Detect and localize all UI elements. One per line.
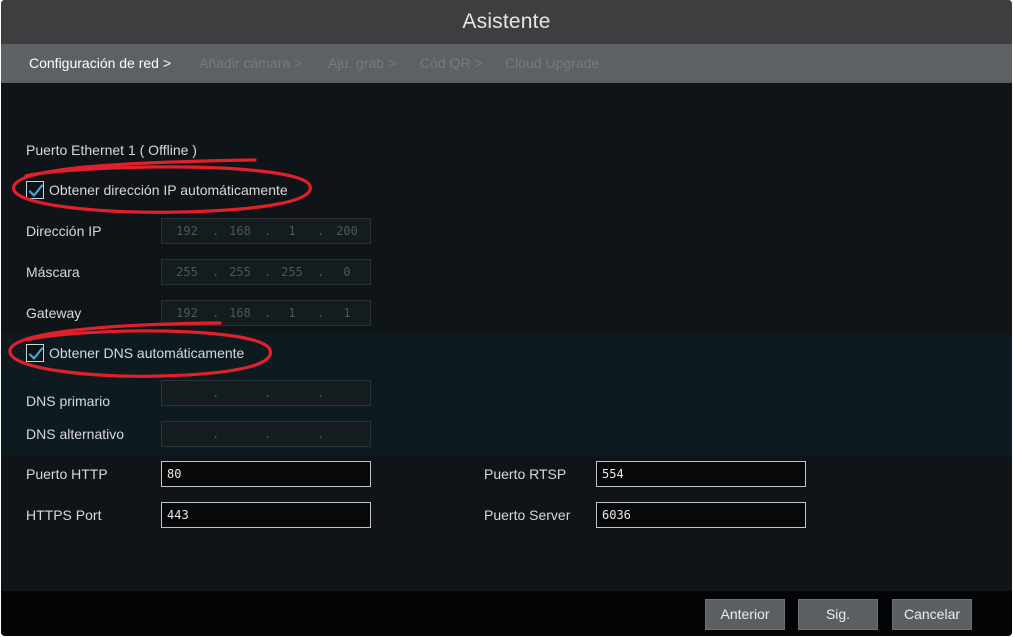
dns-primary-label: DNS primario	[26, 393, 111, 409]
window-title: Asistente	[462, 10, 551, 33]
http-port-input[interactable]: 80	[161, 461, 371, 487]
step-cloud-upgrade[interactable]: Cloud Upgrade	[505, 44, 599, 83]
auto-ip-checkbox[interactable]	[26, 181, 44, 199]
ethernet-port-title: Puerto Ethernet 1 ( Offline )	[26, 142, 197, 158]
previous-button[interactable]: Anterior	[705, 599, 785, 630]
ip-address-field[interactable]: 192 . 168 . 1 . 200	[161, 218, 371, 244]
auto-dns-checkbox[interactable]	[26, 344, 44, 362]
gateway-label: Gateway	[26, 305, 82, 321]
cancel-button[interactable]: Cancelar	[892, 599, 972, 630]
auto-ip-label[interactable]: Obtener dirección IP automáticamente	[49, 182, 288, 198]
checkmark-icon	[28, 184, 44, 197]
mask-octet-1: 255	[176, 265, 198, 279]
step-qr-code[interactable]: Cód QR >	[420, 44, 483, 83]
mask-octet-4: 0	[343, 265, 351, 279]
checkmark-icon	[28, 347, 44, 360]
step-network-config[interactable]: Configuración de red >	[29, 44, 171, 83]
rtsp-port-input[interactable]: 554	[596, 461, 806, 487]
ip-address-label: Dirección IP	[26, 223, 102, 239]
next-button[interactable]: Sig.	[798, 599, 878, 630]
ip-octet-4: 200	[336, 224, 358, 238]
gateway-octet-4: 1	[343, 306, 351, 320]
https-port-label: HTTPS Port	[26, 507, 102, 523]
network-config-panel: Puerto Ethernet 1 ( Offline ) Obtener di…	[1, 83, 1012, 591]
ip-octet-2: 168	[229, 224, 251, 238]
mask-octet-2: 255	[229, 265, 251, 279]
dns-primary-field[interactable]: . . .	[161, 380, 371, 406]
dns-alternative-label: DNS alternativo	[26, 426, 125, 442]
mask-octet-3: 255	[281, 265, 303, 279]
title-bar: Asistente	[1, 0, 1012, 44]
step-record-settings[interactable]: Aju. grab >	[328, 44, 396, 83]
dns-alternative-field[interactable]: . . .	[161, 421, 371, 447]
gateway-octet-2: 168	[229, 306, 251, 320]
gateway-octet-3: 1	[288, 306, 296, 320]
gateway-field[interactable]: 192 . 168 . 1 . 1	[161, 300, 371, 326]
https-port-input[interactable]: 443	[161, 502, 371, 528]
http-port-label: Puerto HTTP	[26, 466, 108, 482]
mask-field[interactable]: 255 . 255 . 255 . 0	[161, 259, 371, 285]
gateway-octet-1: 192	[176, 306, 198, 320]
ip-octet-3: 1	[288, 224, 296, 238]
wizard-window: Asistente Configuración de red > Añadir …	[1, 0, 1012, 636]
mask-label: Máscara	[26, 264, 80, 280]
server-port-input[interactable]: 6036	[596, 502, 806, 528]
wizard-steps: Configuración de red > Añadir cámara > A…	[1, 44, 1012, 83]
step-add-camera[interactable]: Añadir cámara >	[199, 44, 302, 83]
server-port-label: Puerto Server	[484, 507, 571, 523]
ip-octet-1: 192	[176, 224, 198, 238]
auto-dns-label[interactable]: Obtener DNS automáticamente	[49, 345, 244, 361]
footer-bar: Anterior Sig. Cancelar	[1, 591, 1012, 636]
rtsp-port-label: Puerto RTSP	[484, 466, 567, 482]
